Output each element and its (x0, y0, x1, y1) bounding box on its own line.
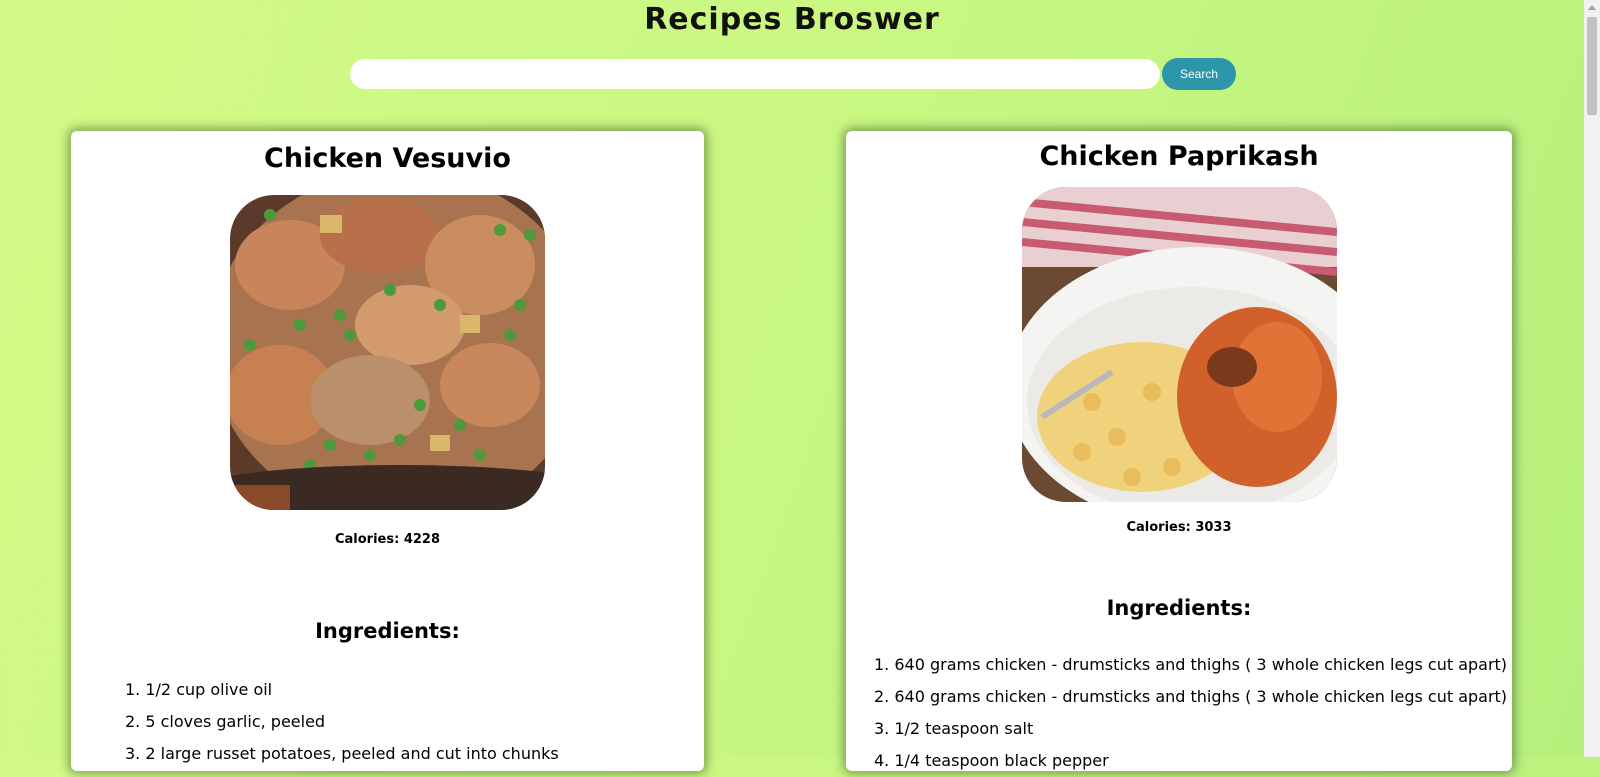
chicken-vesuvio-photo (230, 195, 545, 510)
ingredients-list: 1. 1/2 cup olive oil 2. 5 cloves garlic,… (125, 674, 559, 770)
search-bar: Search (350, 58, 1236, 90)
scroll-thumb[interactable] (1587, 17, 1597, 115)
ingredient-item: 1. 1/2 cup olive oil (125, 680, 273, 699)
calories-label: Calories: 3033 (1126, 520, 1232, 535)
recipe-card: Chicken Vesuvio Calories: 4228 Ingredien… (71, 131, 704, 771)
recipe-image (1022, 187, 1337, 502)
recipe-card: Chicken Paprikash Calories: 3033 Ingredi… (846, 131, 1512, 771)
ingredient-item: 3. 2 large russet potatoes, peeled and c… (125, 744, 559, 763)
recipe-title: Chicken Vesuvio (264, 143, 511, 174)
ingredient-item: 3. 1/2 teaspoon salt (874, 719, 1034, 738)
recipe-image (230, 195, 545, 510)
calories-label: Calories: 4228 (334, 532, 441, 547)
app-title: Recipes Broswer (644, 2, 940, 37)
ingredient-item: 4. 1/4 teaspoon black pepper (874, 751, 1109, 770)
ingredient-item: 2. 5 cloves garlic, peeled (125, 712, 326, 731)
ingredients-list: 1. 640 grams chicken - drumsticks and th… (874, 649, 1507, 777)
search-button[interactable]: Search (1162, 58, 1236, 90)
vertical-scrollbar[interactable] (1584, 0, 1600, 757)
search-input[interactable] (350, 59, 1160, 89)
ingredient-item: 2. 640 grams chicken - drumsticks and th… (874, 687, 1508, 706)
ingredients-heading: Ingredients: (315, 619, 460, 643)
chicken-paprikash-photo (1022, 187, 1337, 502)
scroll-up-arrow-icon[interactable] (1588, 5, 1596, 10)
recipe-title: Chicken Paprikash (1039, 141, 1319, 172)
ingredient-item: 1. 640 grams chicken - drumsticks and th… (874, 655, 1508, 674)
ingredients-heading: Ingredients: (1106, 596, 1252, 620)
